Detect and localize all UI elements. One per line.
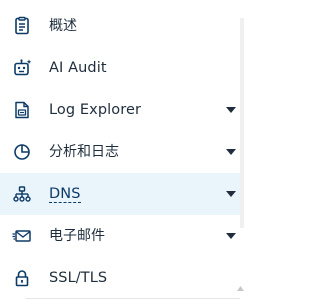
chevron-down-icon[interactable] <box>226 191 236 197</box>
scrollbar-thumb[interactable] <box>240 18 244 228</box>
network-hierarchy-icon <box>12 184 32 204</box>
sidebar-item-label: AI Audit <box>49 60 107 76</box>
pie-chart-icon <box>12 142 32 162</box>
sidebar-item-overview[interactable]: 概述 <box>0 5 240 47</box>
robot-icon <box>12 58 32 78</box>
email-icon <box>12 226 32 246</box>
sidebar-item-label: Log Explorer <box>49 102 142 118</box>
sidebar-item-dns[interactable]: DNS <box>0 173 240 215</box>
sidebar-item-ai-audit[interactable]: AI Audit <box>0 47 240 89</box>
sidebar-item-email[interactable]: 电子邮件 <box>0 215 240 257</box>
scroll-up-arrow-icon[interactable] <box>237 276 244 291</box>
log-explorer-icon <box>12 100 32 120</box>
sidebar-item-label: SSL/TLS <box>49 270 108 286</box>
sidebar-item-label: 概述 <box>49 18 77 34</box>
chevron-down-icon[interactable] <box>226 149 236 155</box>
document-icon <box>12 16 32 36</box>
sidebar-nav: 概述 AI Audit Log Explorer 分析和日志 DNS 电子邮件 … <box>0 0 244 300</box>
sidebar-item-log-explorer[interactable]: Log Explorer <box>0 89 240 131</box>
sidebar-item-analytics-logs[interactable]: 分析和日志 <box>0 131 240 173</box>
sidebar-item-label: 分析和日志 <box>49 144 119 160</box>
sidebar-item-label: 电子邮件 <box>49 228 105 244</box>
chevron-down-icon[interactable] <box>226 233 236 239</box>
sidebar-item-label: DNS <box>49 185 81 203</box>
chevron-down-icon[interactable] <box>226 107 236 113</box>
sidebar-item-ssl-tls[interactable]: SSL/TLS <box>0 257 240 299</box>
divider <box>26 298 240 299</box>
lock-icon <box>12 268 32 288</box>
